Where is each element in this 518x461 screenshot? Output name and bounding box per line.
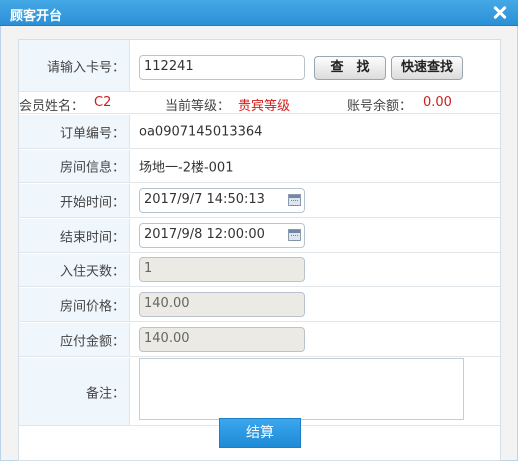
payable-row: 应付金额： 140.00 [19,323,500,357]
calendar-icon[interactable] [288,194,301,206]
balance-value: 0.00 [423,95,452,110]
member-info-row: 会员姓名： C2 当前等级： 贵宾等级 账号余额： 0.00 [19,92,500,114]
room-label: 房间信息： [59,160,125,176]
start-time-row: 开始时间： 2017/9/7 14:50:13 [19,184,500,218]
card-label: 请输入卡号： [46,60,125,75]
start-label-cell: 开始时间： [19,184,130,217]
days-input: 1 [139,257,305,282]
days-label-cell: 入住天数： [19,254,130,286]
balance-label: 账号余额： [347,99,413,114]
room-info: 场地一-2楼-001 [139,160,234,176]
payable-label: 应付金额： [59,334,125,349]
order-label: 订单编号： [59,126,125,141]
order-row: 订单编号： oa0907145013364 [19,115,500,149]
price-row: 房间价格： 140.00 [19,288,500,322]
room-label-cell: 房间信息： [19,150,130,182]
member-name-value: C2 [94,95,112,110]
end-label-cell: 结束时间： [19,219,130,252]
end-time-input[interactable]: 2017/9/8 12:00:00 [139,223,305,248]
start-time-value: 2017/9/7 14:50:13 [144,192,265,207]
quick-search-button[interactable]: 快速查找 [391,56,463,80]
card-number-input[interactable]: 112241 [139,55,305,80]
start-time-label: 开始时间： [59,195,125,210]
search-button[interactable]: 查 找 [314,56,386,80]
price-label-cell: 房间价格： [19,288,130,321]
price-label: 房间价格： [59,299,125,314]
remark-textarea[interactable] [139,358,464,420]
title-bar: 顾客开台 [0,0,518,26]
room-row: 房间信息： 场地一-2楼-001 [19,150,500,183]
remark-row: 备注： [19,358,500,426]
calendar-icon[interactable] [288,229,301,241]
start-time-input[interactable]: 2017/9/7 14:50:13 [139,188,305,213]
end-time-label: 结束时间： [59,230,125,245]
payable-input: 140.00 [139,327,305,352]
days-label: 入住天数： [59,264,125,280]
member-level-value: 贵宾等级 [238,99,291,114]
end-time-row: 结束时间： 2017/9/8 12:00:00 [19,219,500,253]
remark-label: 备注： [85,386,125,401]
price-input: 140.00 [139,292,305,317]
card-row: 请输入卡号： 112241 查 找 快速查找 [19,40,500,92]
days-row: 入住天数： 1 [19,254,500,287]
order-number: oa0907145013364 [139,124,263,139]
dialog-body: 请输入卡号： 112241 查 找 快速查找 会员姓名： C2 当前等级： 贵宾… [0,26,518,461]
remark-label-cell: 备注： [19,358,130,425]
member-level-label: 当前等级： [165,99,231,114]
member-name-label: 会员姓名： [19,99,85,114]
checkout-button[interactable]: 结算 [219,418,301,448]
end-time-value: 2017/9/8 12:00:00 [144,227,265,242]
payable-label-cell: 应付金额： [19,323,130,356]
card-label-cell: 请输入卡号： [19,40,130,91]
window-title: 顾客开台 [10,9,63,24]
form-panel: 请输入卡号： 112241 查 找 快速查找 会员姓名： C2 当前等级： 贵宾… [18,39,501,461]
order-label-cell: 订单编号： [19,115,130,148]
close-icon[interactable] [491,3,509,21]
